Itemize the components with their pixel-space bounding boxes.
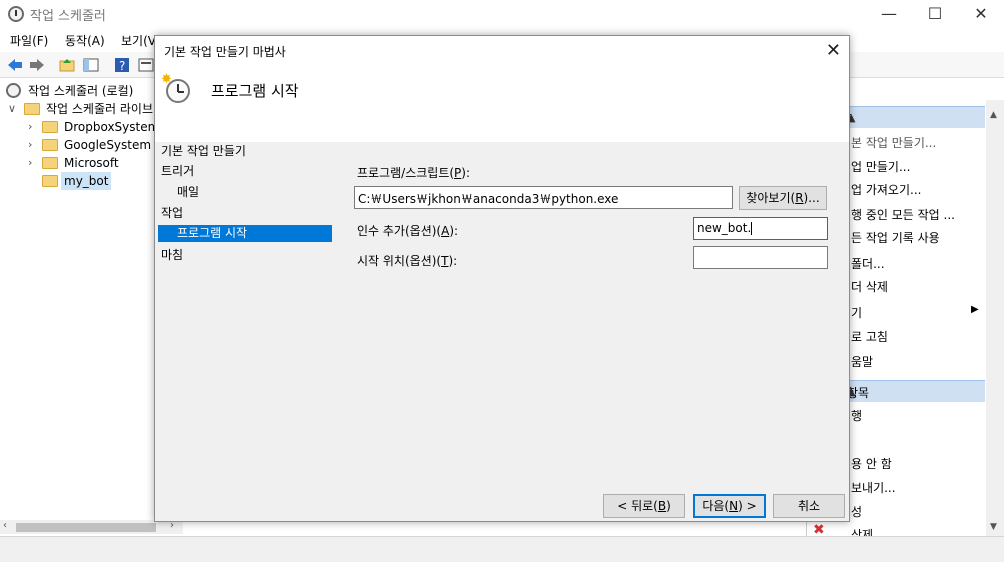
step-action[interactable]: 작업 [161,204,183,221]
folder-icon [24,103,40,115]
dialog-title: 기본 작업 만들기 마법사 [164,45,286,59]
scroll-down-icon[interactable]: ▼ [990,522,997,532]
submenu-arrow-icon: ▶ [971,304,979,315]
action-item[interactable]: 업 가져오기... [851,181,921,198]
chevron-right-icon[interactable]: › [28,136,32,154]
action-item[interactable]: 업 만들기... [851,158,910,175]
cancel-button[interactable]: 취소 [773,494,845,518]
folder-icon [42,121,58,133]
dialog-heading: 프로그램 시작 [211,82,299,100]
text-cursor [751,222,753,235]
status-bar [0,536,1004,562]
action-item[interactable]: 로 고침 [851,328,888,345]
start-in-label: 시작 위치(옵션)(T): [357,254,458,268]
tree-root[interactable]: 작업 스케줄러 (로컬) [6,82,176,100]
clock-icon [8,6,24,22]
chevron-down-icon[interactable]: ∨ [8,100,16,118]
dialog-title-bar: 기본 작업 만들기 마법사 ✕ [155,36,849,66]
help-icon[interactable]: ? [113,56,131,74]
collapse-up-icon[interactable]: ▲ [847,385,977,398]
maximize-button[interactable]: ☐ [912,0,958,30]
tree-library[interactable]: ∨ 작업 스케줄러 라이브 [6,100,176,118]
actions-vertical-scrollbar[interactable]: ▲ ▼ [986,100,1004,536]
back-button[interactable]: < 뒤로(B) [603,494,685,518]
properties-icon[interactable] [137,56,155,74]
menu-action[interactable]: 동작(A) [65,32,105,49]
program-script-input[interactable]: C:￦Users￦jkhon￦anaconda3￦python.exe [354,186,733,209]
folder-icon [42,175,58,187]
svg-text:?: ? [119,59,125,73]
step-daily[interactable]: 매일 [177,183,199,200]
next-button[interactable]: 다음(N) > [693,494,766,518]
clock-icon [6,83,21,98]
action-item[interactable]: 본 작업 만들기... [851,134,936,151]
step-create-basic-task[interactable]: 기본 작업 만들기 [161,142,246,159]
arguments-input[interactable]: new_bot. [693,217,828,240]
forward-arrow-icon[interactable] [28,56,46,74]
dialog-header: ✸ 프로그램 시작 [155,66,849,142]
minimize-button[interactable]: — [866,0,912,30]
tree-horizontal-scrollbar[interactable]: ‹ › [0,520,183,534]
show-hide-tree-icon[interactable] [82,56,100,74]
task-clock-icon: ✸ [161,72,193,104]
back-arrow-icon[interactable] [6,56,24,74]
collapse-up-icon[interactable]: ▲ [847,111,977,124]
up-folder-icon[interactable] [58,56,76,74]
program-script-label: 프로그램/스크립트(P): [357,166,471,180]
close-button[interactable]: ✕ [958,0,1004,30]
menu-file[interactable]: 파일(F) [10,32,48,49]
action-item[interactable]: 든 작업 기록 사용 [851,229,940,246]
step-finish[interactable]: 마침 [161,246,183,263]
arguments-label: 인수 추가(옵션)(A): [357,224,459,238]
wizard-steps: 기본 작업 만들기 트리거 매일 작업 프로그램 시작 마침 [155,142,335,292]
chevron-right-icon[interactable]: › [28,118,32,136]
action-item[interactable]: 폴더... [851,255,885,272]
step-trigger[interactable]: 트리거 [161,162,194,179]
action-item[interactable]: 행 중인 모든 작업 ... [851,206,955,223]
dialog-close-icon[interactable]: ✕ [826,40,841,61]
main-title-bar: 작업 스케줄러 — ☐ ✕ [0,0,1004,30]
main-window-title: 작업 스케줄러 [30,9,106,24]
action-item[interactable]: 행 [851,407,862,424]
action-item[interactable]: 성 [851,503,862,520]
action-item[interactable]: 움말 [851,353,873,370]
folder-icon [42,139,58,151]
scroll-up-icon[interactable]: ▲ [990,110,997,120]
action-item[interactable]: 더 삭제 [851,278,888,295]
action-item[interactable]: 용 안 함 [851,455,892,472]
start-in-input[interactable] [693,246,828,269]
step-start-program[interactable]: 프로그램 시작 [158,225,332,242]
action-item[interactable]: 보내기... [851,479,896,496]
chevron-right-icon[interactable]: › [28,154,32,172]
action-item-view[interactable]: 기 [851,304,862,321]
basic-task-wizard-dialog: 기본 작업 만들기 마법사 ✕ ✸ 프로그램 시작 기본 작업 만들기 트리거 … [154,35,850,522]
browse-button[interactable]: 찾아보기(R)... [739,186,827,210]
folder-icon [42,157,58,169]
scroll-left-icon[interactable]: ‹ [3,520,7,531]
scroll-thumb[interactable] [16,523,156,532]
